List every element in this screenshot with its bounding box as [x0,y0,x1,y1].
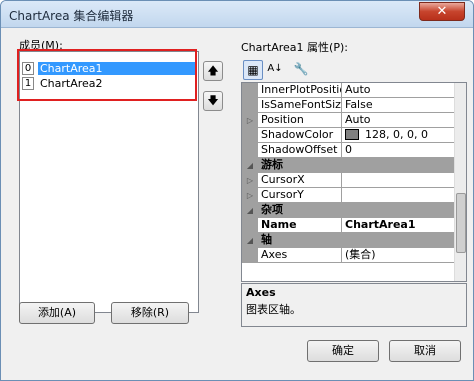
property-row[interactable]: ShadowColor 128, 0, 0, 0 [242,128,454,143]
category-name: 游标 [258,158,342,173]
property-row[interactable]: ▷ CursorY [242,188,454,203]
property-value[interactable]: 0 [342,143,454,158]
expand-icon [245,128,255,143]
property-name: Position [258,113,342,128]
highlight-annotation-box [17,49,197,101]
collapse-icon[interactable]: ◢ [245,158,255,173]
property-row[interactable]: IsSameFontSizeFoFalse [242,98,454,113]
arrow-up-icon: 🡅 [207,64,219,77]
move-down-button[interactable]: 🡇 [203,91,223,111]
title-bar[interactable]: ChartArea 集合编辑器 ✕ [1,1,473,28]
property-value [342,233,454,248]
color-swatch [345,129,359,140]
scrollbar-thumb[interactable] [456,193,466,253]
property-value-text: 128, 0, 0, 0 [365,128,428,141]
property-row[interactable]: ShadowOffset 0 [242,143,454,158]
wrench-icon: 🔧 [293,62,309,76]
property-pages-button[interactable]: 🔧 [291,60,311,80]
property-value[interactable]: False [342,98,454,113]
property-name: ShadowOffset [258,143,342,158]
property-name: CursorX [258,173,342,188]
property-value[interactable] [342,173,454,188]
collapse-icon[interactable]: ◢ [245,233,255,248]
property-name: ShadowColor [258,128,342,143]
collapse-icon[interactable]: ◢ [245,203,255,218]
property-name: Name [258,218,342,233]
property-value[interactable]: Auto [342,113,454,128]
sort-alphabetical-icon: A↓ [267,63,283,74]
close-button[interactable]: ✕ [419,2,465,21]
property-category-row[interactable]: ◢ 杂项 [242,203,454,218]
cancel-button[interactable]: 取消 [389,340,461,362]
dialog-client-area: 成员(M): 0 ChartArea1 1 ChartArea2 🡅 🡇 添加(… [7,29,467,375]
property-value[interactable] [342,188,454,203]
property-category-row[interactable]: ◢ 游标 [242,158,454,173]
expand-icon [245,98,255,113]
property-name: IsSameFontSizeFo [258,98,342,113]
property-value[interactable]: ChartArea1 [342,218,454,233]
window-title: ChartArea 集合编辑器 [9,9,134,23]
alphabetical-button[interactable]: A↓ [265,60,285,80]
property-name: Axes [258,248,342,263]
category-name: 杂项 [258,203,342,218]
remove-button[interactable]: 移除(R) [111,302,189,324]
help-description: 图表区轴。 [246,303,301,316]
property-value[interactable]: (集合) [342,248,454,263]
properties-label: ChartArea1 属性(P): [241,41,348,54]
expand-icon[interactable]: ▷ [245,113,255,128]
property-row[interactable]: ▷ Position Auto [242,113,454,128]
property-name: InnerPlotPosition [258,83,342,98]
category-name: 轴 [258,233,342,248]
property-value [342,158,454,173]
property-row[interactable]: Axes (集合) [242,248,454,263]
expand-icon [245,218,255,233]
expand-icon [245,83,255,98]
arrow-down-icon: 🡇 [207,94,219,107]
categorized-icon: ▦ [247,63,259,77]
property-category-row[interactable]: ◢ 轴 [242,233,454,248]
expand-icon[interactable]: ▷ [245,173,255,188]
categorized-button[interactable]: ▦ [243,60,263,80]
property-row[interactable]: Name ChartArea1 [242,218,454,233]
property-grid-scrollbar[interactable] [454,83,466,281]
property-row[interactable]: InnerPlotPositionAuto [242,83,454,98]
move-up-button[interactable]: 🡅 [203,61,223,81]
ok-button[interactable]: 确定 [307,340,379,362]
add-button[interactable]: 添加(A) [19,302,95,324]
property-row[interactable]: ▷ CursorX [242,173,454,188]
property-help-panel: Axes 图表区轴。 [241,283,467,327]
expand-icon [245,248,255,263]
property-name: CursorY [258,188,342,203]
property-value[interactable]: Auto [342,83,454,98]
collection-editor-window: ChartArea 集合编辑器 ✕ 成员(M): 0 ChartArea1 1 … [0,0,474,381]
property-grid-toolbar: ▦ A↓ 🔧 [241,59,465,81]
help-title: Axes [246,286,276,299]
expand-icon[interactable]: ▷ [245,188,255,203]
property-value [342,203,454,218]
property-grid[interactable]: InnerPlotPositionAutoIsSameFontSizeFoFal… [241,82,467,282]
expand-icon [245,143,255,158]
property-value[interactable]: 128, 0, 0, 0 [342,128,454,143]
